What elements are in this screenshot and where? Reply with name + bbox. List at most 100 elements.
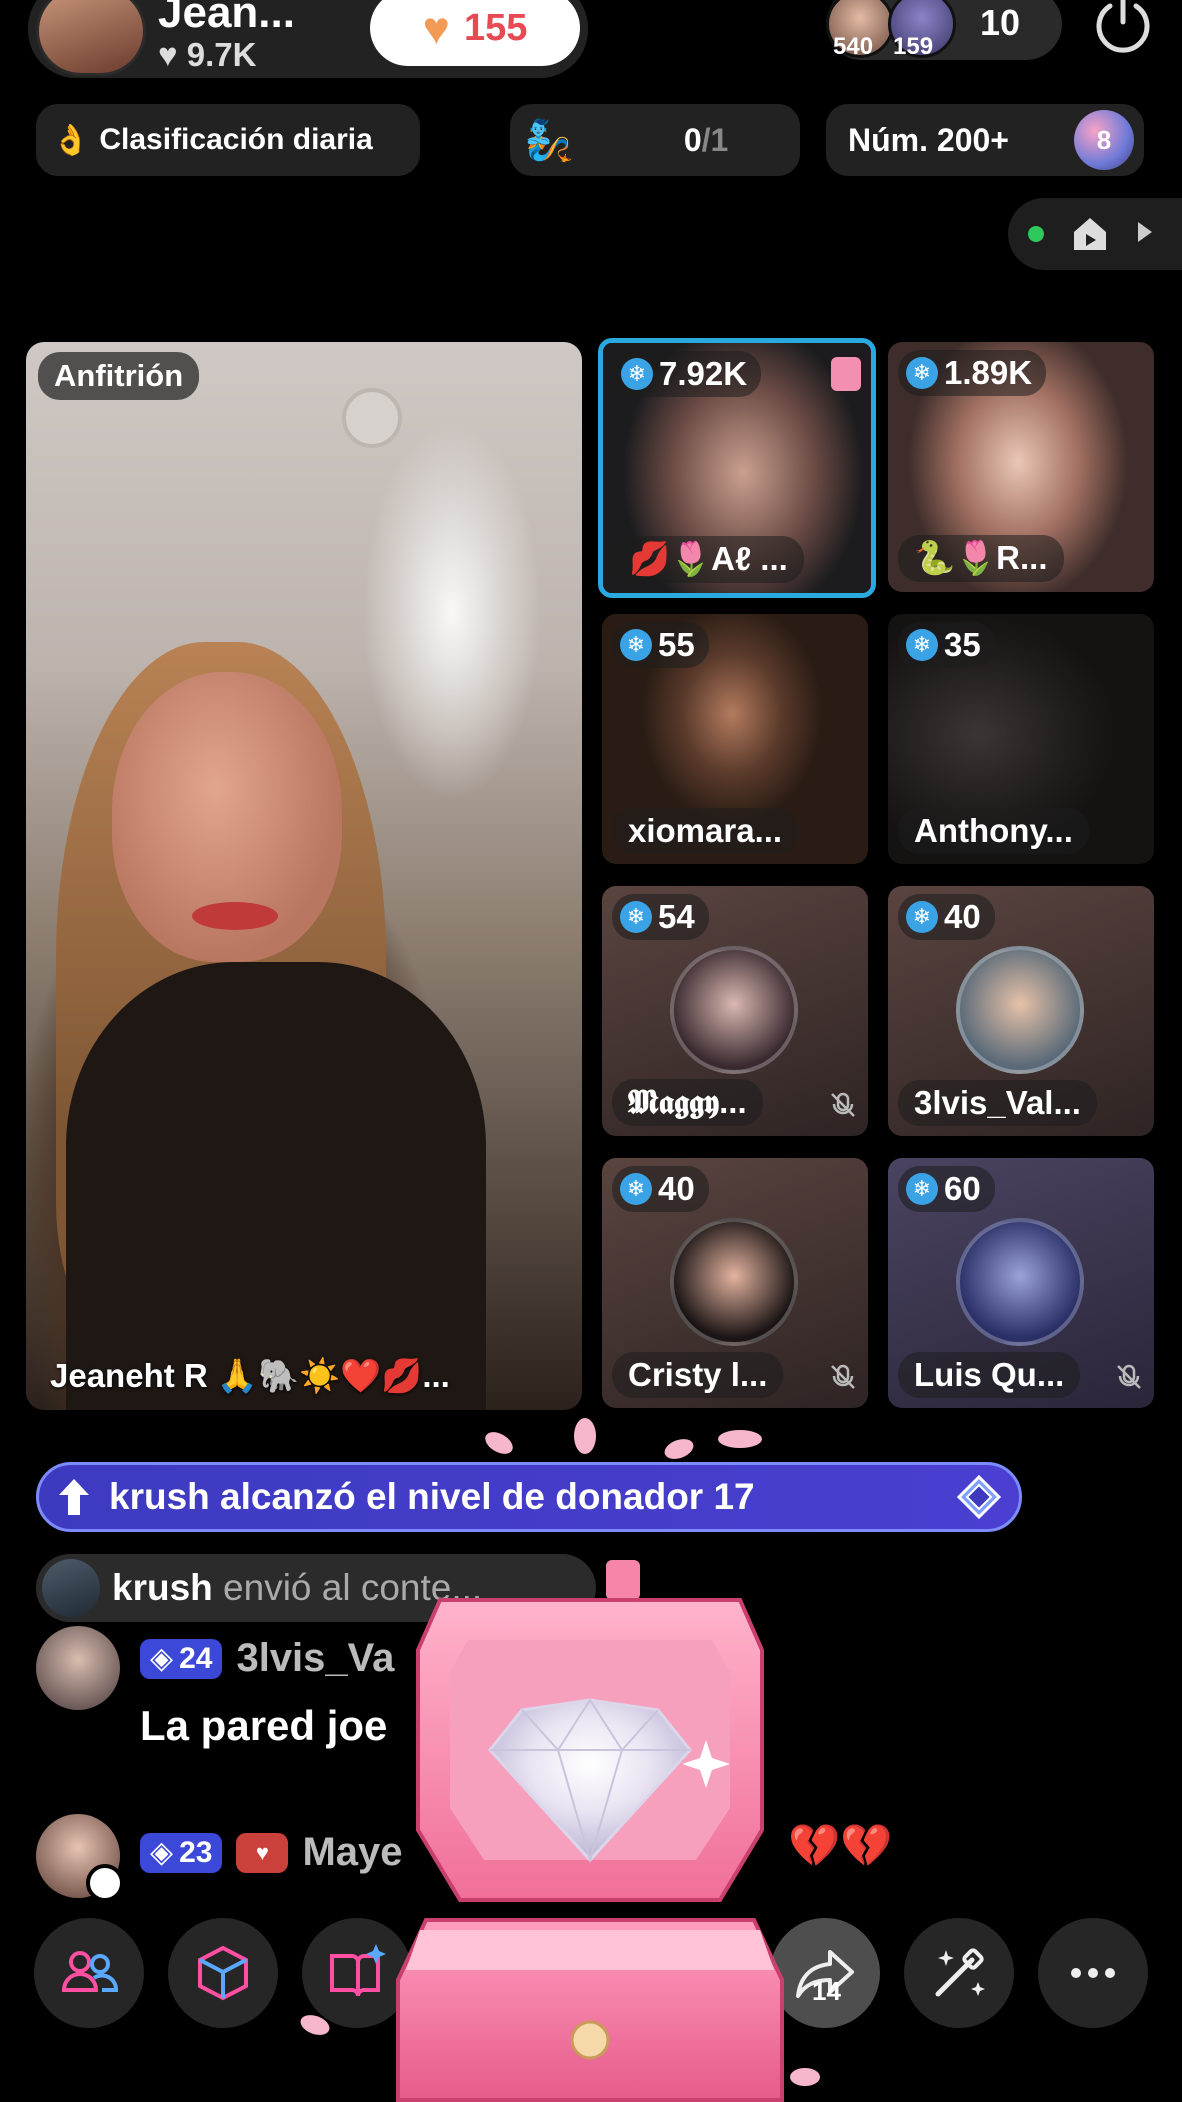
guest-score-value: 54 <box>658 898 695 935</box>
host-caption: Jeaneht R 🙏🐘☀️❤️💋... <box>50 1357 450 1394</box>
guest-score-value: 7.92K <box>659 355 748 392</box>
host-body <box>66 962 486 1410</box>
heart-icon: ♥ <box>422 2 450 54</box>
snowflake-icon: ❄ <box>906 901 938 933</box>
magic-wand-icon <box>935 1948 985 1997</box>
level-value: 24 <box>179 1641 213 1675</box>
power-icon[interactable] <box>1090 0 1156 58</box>
donor-level-banner[interactable]: krush alcanzó el nivel de donador 17 <box>36 1462 1022 1532</box>
live-dot-icon <box>1028 226 1044 242</box>
guest-tile[interactable]: ❄ 1.89K 🐍🌷R... <box>888 342 1154 592</box>
guest-name: Anthony... <box>898 808 1089 854</box>
host-likes: ♥ 9.7K <box>158 36 256 74</box>
petal <box>661 1435 697 1463</box>
guest-score: ❄ 54 <box>612 894 709 940</box>
level-value: 23 <box>179 1835 213 1869</box>
host-name: Jean... <box>158 0 295 37</box>
heart-outline-icon: ♥ <box>158 36 178 73</box>
gift-sender-name: krush <box>112 1567 213 1608</box>
host-avatar[interactable] <box>36 0 146 76</box>
host-label: Anfitrión <box>38 352 200 400</box>
chat-avatar[interactable] <box>36 1814 124 1902</box>
guest-name: 3lvis_Val... <box>898 1080 1097 1126</box>
viewer-count: 10 <box>980 2 1021 43</box>
chat-username[interactable]: Maye <box>302 1830 402 1875</box>
snowflake-icon: ❄ <box>906 357 938 389</box>
goal-current: 0 <box>683 121 702 158</box>
smoke-detector <box>342 388 402 448</box>
chat-emoji: 💔💔 <box>788 1822 893 1869</box>
petal <box>481 1427 517 1459</box>
expand-arrow-icon[interactable] <box>1138 222 1152 242</box>
daily-ranking-button[interactable]: 👌 Clasificación diaria <box>36 104 420 176</box>
effects-button[interactable] <box>168 1918 278 2028</box>
chat-header: ◈ 23 ♥ Maye <box>140 1830 403 1875</box>
jewelry-box-gift-animation <box>396 1560 784 2102</box>
guest-name: Cristy l... <box>612 1352 784 1398</box>
goal-pill[interactable]: 🧞 0/1 <box>510 104 800 176</box>
guest-score-value: 55 <box>658 626 695 663</box>
chat-avatar[interactable] <box>36 1626 120 1710</box>
guest-score-value: 40 <box>944 898 981 935</box>
magic-wand-button[interactable] <box>904 1918 1014 2028</box>
rank-badge-icon: 8 <box>1074 110 1134 170</box>
home-icon[interactable] <box>1070 214 1110 259</box>
guest-tile[interactable]: ❄ 55 xiomara... <box>602 614 868 864</box>
fan-club-icon: ♥ <box>236 1832 289 1873</box>
rank-badge-value: 8 <box>1096 124 1112 155</box>
guest-score: ❄ 40 <box>898 894 995 940</box>
mic-muted-icon <box>1117 1364 1141 1389</box>
host-video[interactable]: Anfitrión Jeaneht R 🙏🐘☀️❤️💋... <box>26 342 582 1410</box>
flame-icon: 👌 <box>52 123 90 157</box>
guest-score: ❄ 55 <box>612 622 709 668</box>
guest-name: xiomara... <box>612 808 799 854</box>
like-button[interactable]: ♥ 155 <box>370 0 580 66</box>
guest-tile[interactable]: ❄ 60 Luis Qu... <box>888 1158 1154 1408</box>
guest-score: ❄ 1.89K <box>898 350 1047 396</box>
donor-level-text: krush alcanzó el nivel de donador 17 <box>109 1476 755 1517</box>
level-badge: ◈ 24 <box>140 1638 223 1679</box>
more-options-button[interactable] <box>1038 1918 1148 2028</box>
guest-tile[interactable]: ❄ 40 Cristy l... <box>602 1158 868 1408</box>
guest-score: ❄ 7.92K <box>613 351 762 397</box>
level-badge: ◈ 23 <box>140 1832 223 1873</box>
diamond-icon: ◈ <box>150 1836 174 1869</box>
guest-score: ❄ 40 <box>612 1166 709 1212</box>
chat-username[interactable]: 3lvis_Va <box>236 1636 394 1681</box>
snowflake-icon: ❄ <box>906 1173 938 1205</box>
like-count: 155 <box>463 6 528 49</box>
guest-tile[interactable]: ❄ 54 𝕸𝖆𝖌𝖌𝖞... <box>602 886 868 1136</box>
host-likes-value: 9.7K <box>186 36 257 73</box>
diamond-icon <box>957 1475 1001 1519</box>
guest-name: 🐍🌷R... <box>898 535 1064 582</box>
snowflake-icon: ❄ <box>620 629 652 661</box>
chat-header: ◈ 24 3lvis_Va <box>140 1636 394 1681</box>
viewer-badge: 540 <box>833 33 874 60</box>
diamond-icon: ◈ <box>150 1642 174 1675</box>
host-lips <box>192 902 278 930</box>
guest-avatar <box>956 946 1084 1074</box>
guests-button[interactable] <box>34 1918 144 2028</box>
petal <box>574 1418 596 1454</box>
guest-tile[interactable]: ❄ 35 Anthony... <box>888 614 1154 864</box>
cube-icon <box>198 1945 248 2001</box>
guest-avatar <box>670 946 798 1074</box>
mic-muted-icon <box>831 1092 855 1117</box>
book-sparkle-icon <box>330 1944 386 1997</box>
guest-score: ❄ 35 <box>898 622 995 668</box>
guest-score-value: 35 <box>944 626 981 663</box>
goal-progress: 0/1 <box>684 122 728 159</box>
people-icon <box>61 1951 118 1992</box>
ceiling-light <box>362 422 542 802</box>
rank-number-pill[interactable]: Núm. 200+ 8 <box>826 104 1144 176</box>
viewer-badge: 159 <box>893 33 934 60</box>
rank-number-label: Núm. 200+ <box>848 121 1009 158</box>
goal-total: /1 <box>701 121 729 158</box>
snowflake-icon: ❄ <box>906 629 938 661</box>
arrow-up-icon <box>59 1479 89 1515</box>
guest-tile[interactable]: ❄ 40 3lvis_Val... <box>888 886 1154 1136</box>
guest-avatar <box>670 1218 798 1346</box>
guest-score-value: 1.89K <box>944 354 1033 391</box>
guest-tile[interactable]: ❄ 7.92K 💋🌷Aℓ ... <box>598 338 876 598</box>
guest-score: ❄ 60 <box>898 1166 995 1212</box>
